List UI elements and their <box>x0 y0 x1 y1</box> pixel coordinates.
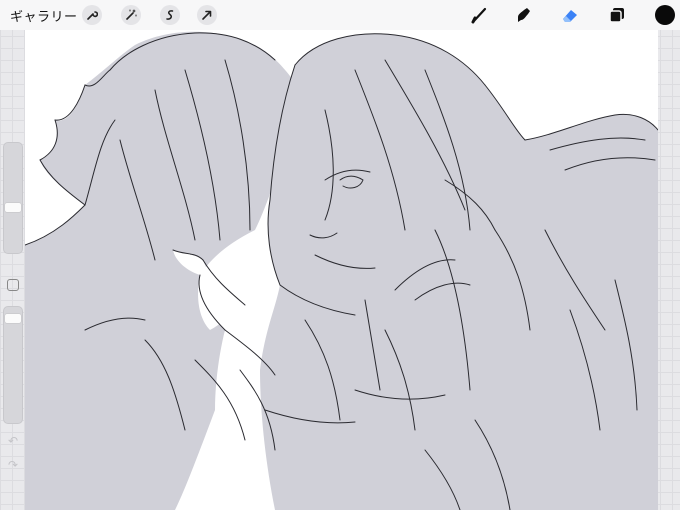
brush-size-knob[interactable] <box>5 203 21 213</box>
smudge-icon[interactable] <box>513 5 533 25</box>
opacity-slider[interactable] <box>3 306 23 424</box>
magic-wand-icon[interactable] <box>121 5 141 25</box>
right-figure-fill <box>260 33 658 510</box>
redo-icon[interactable]: ↷ <box>6 458 20 472</box>
opacity-knob[interactable] <box>5 314 21 324</box>
eraser-icon[interactable] <box>560 5 580 25</box>
transform-arrow-icon[interactable] <box>197 5 217 25</box>
drawing-canvas[interactable] <box>25 30 658 510</box>
brush-size-slider[interactable] <box>3 142 23 254</box>
color-picker-swatch[interactable] <box>655 5 675 25</box>
top-toolbar: ギャラリー <box>0 0 680 30</box>
wrench-icon[interactable] <box>82 5 102 25</box>
undo-icon[interactable]: ↶ <box>6 434 20 448</box>
selection-icon[interactable] <box>160 5 180 25</box>
layers-icon[interactable] <box>607 5 627 25</box>
left-figure-fill <box>25 31 300 510</box>
gallery-button[interactable]: ギャラリー <box>10 6 78 25</box>
sketch-artwork <box>25 31 658 510</box>
left-sidebar: ↶ ↷ <box>0 30 25 510</box>
modify-square-icon[interactable] <box>7 279 19 291</box>
brush-icon[interactable] <box>469 5 489 25</box>
